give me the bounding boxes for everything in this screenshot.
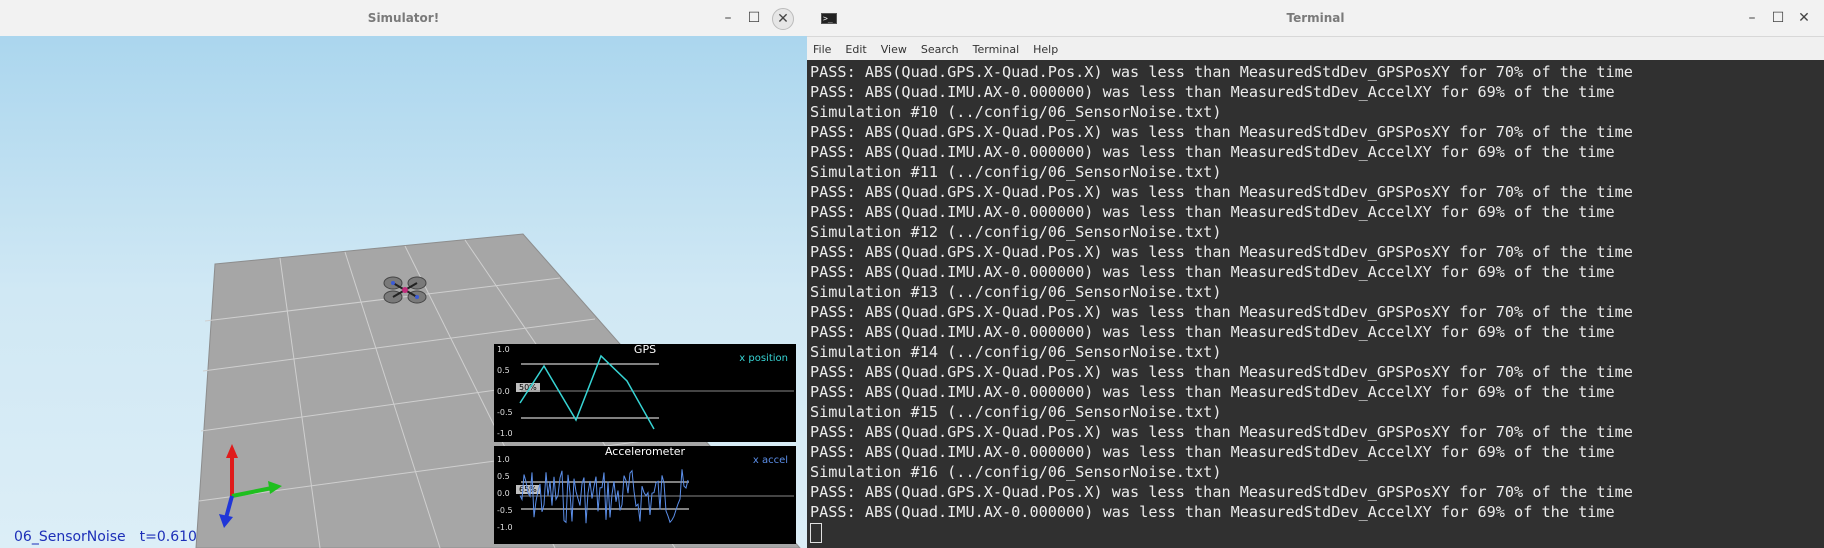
- terminal-line: PASS: ABS(Quad.GPS.X-Quad.Pos.X) was les…: [810, 423, 1633, 441]
- terminal-line: Simulation #16 (../config/06_SensorNoise…: [810, 463, 1222, 481]
- terminal-line: Simulation #12 (../config/06_SensorNoise…: [810, 223, 1222, 241]
- menu-view[interactable]: View: [881, 43, 907, 56]
- gps-plot-graph: [519, 354, 794, 430]
- simulator-title: Simulator!: [367, 11, 440, 25]
- minimize-icon[interactable]: –: [718, 8, 738, 28]
- minimize-icon[interactable]: –: [1742, 8, 1762, 28]
- simulator-titlebar: Simulator! – ☐ ✕: [0, 0, 807, 37]
- terminal-line: Simulation #14 (../config/06_SensorNoise…: [810, 343, 1222, 361]
- simulation-viewport[interactable]: GPS x position 1.0 0.5 0.0 -0.5 -1.0 50%…: [0, 36, 807, 548]
- terminal-menubar: File Edit View Search Terminal Help: [807, 37, 1824, 61]
- menu-help[interactable]: Help: [1033, 43, 1058, 56]
- menu-edit[interactable]: Edit: [845, 43, 866, 56]
- terminal-line: Simulation #10 (../config/06_SensorNoise…: [810, 103, 1222, 121]
- gps-plot: GPS x position 1.0 0.5 0.0 -0.5 -1.0 50%: [494, 343, 796, 442]
- maximize-icon[interactable]: ☐: [1768, 8, 1788, 28]
- menu-search[interactable]: Search: [921, 43, 959, 56]
- maximize-icon[interactable]: ☐: [744, 8, 764, 28]
- terminal-output[interactable]: PASS: ABS(Quad.GPS.X-Quad.Pos.X) was les…: [807, 60, 1824, 548]
- accel-plot-graph: [519, 469, 794, 524]
- terminal-line: PASS: ABS(Quad.GPS.X-Quad.Pos.X) was les…: [810, 363, 1633, 381]
- terminal-line: PASS: ABS(Quad.IMU.AX-0.000000) was less…: [810, 503, 1615, 521]
- terminal-line: Simulation #15 (../config/06_SensorNoise…: [810, 403, 1222, 421]
- terminal-title: Terminal: [1286, 11, 1345, 25]
- terminal-line: PASS: ABS(Quad.GPS.X-Quad.Pos.X) was les…: [810, 303, 1633, 321]
- terminal-line: PASS: ABS(Quad.IMU.AX-0.000000) was less…: [810, 443, 1615, 461]
- simulation-status: 06_SensorNoise t=0.610: [14, 529, 197, 545]
- terminal-line: Simulation #13 (../config/06_SensorNoise…: [810, 283, 1222, 301]
- terminal-line: PASS: ABS(Quad.IMU.AX-0.000000) was less…: [810, 323, 1615, 341]
- terminal-line: PASS: ABS(Quad.IMU.AX-0.000000) was less…: [810, 383, 1615, 401]
- terminal-cursor: [810, 523, 822, 543]
- terminal-line: PASS: ABS(Quad.IMU.AX-0.000000) was less…: [810, 263, 1615, 281]
- scenario-name: 06_SensorNoise: [14, 529, 126, 545]
- close-icon[interactable]: ✕: [1794, 8, 1814, 28]
- terminal-line: Simulation #11 (../config/06_SensorNoise…: [810, 163, 1222, 181]
- terminal-line: PASS: ABS(Quad.IMU.AX-0.000000) was less…: [810, 83, 1615, 101]
- terminal-line: PASS: ABS(Quad.GPS.X-Quad.Pos.X) was les…: [810, 243, 1633, 261]
- simulator-window: Simulator! – ☐ ✕ GPS x position 1.0 0.5 …: [0, 0, 808, 548]
- terminal-line: PASS: ABS(Quad.GPS.X-Quad.Pos.X) was les…: [810, 183, 1633, 201]
- terminal-line: PASS: ABS(Quad.IMU.AX-0.000000) was less…: [810, 143, 1615, 161]
- terminal-line: PASS: ABS(Quad.IMU.AX-0.000000) was less…: [810, 203, 1615, 221]
- close-icon[interactable]: ✕: [772, 8, 794, 30]
- terminal-line: PASS: ABS(Quad.GPS.X-Quad.Pos.X) was les…: [810, 63, 1633, 81]
- terminal-titlebar: >_ Terminal – ☐ ✕: [807, 0, 1824, 37]
- accelerometer-plot: Accelerometer x accel 1.0 0.5 0.0 -0.5 -…: [494, 445, 796, 544]
- menu-file[interactable]: File: [813, 43, 831, 56]
- terminal-line: PASS: ABS(Quad.GPS.X-Quad.Pos.X) was les…: [810, 483, 1633, 501]
- menu-terminal[interactable]: Terminal: [973, 43, 1020, 56]
- terminal-line: PASS: ABS(Quad.GPS.X-Quad.Pos.X) was les…: [810, 123, 1633, 141]
- sim-time: t=0.610: [139, 529, 197, 545]
- terminal-window: >_ Terminal – ☐ ✕ File Edit View Search …: [807, 0, 1824, 548]
